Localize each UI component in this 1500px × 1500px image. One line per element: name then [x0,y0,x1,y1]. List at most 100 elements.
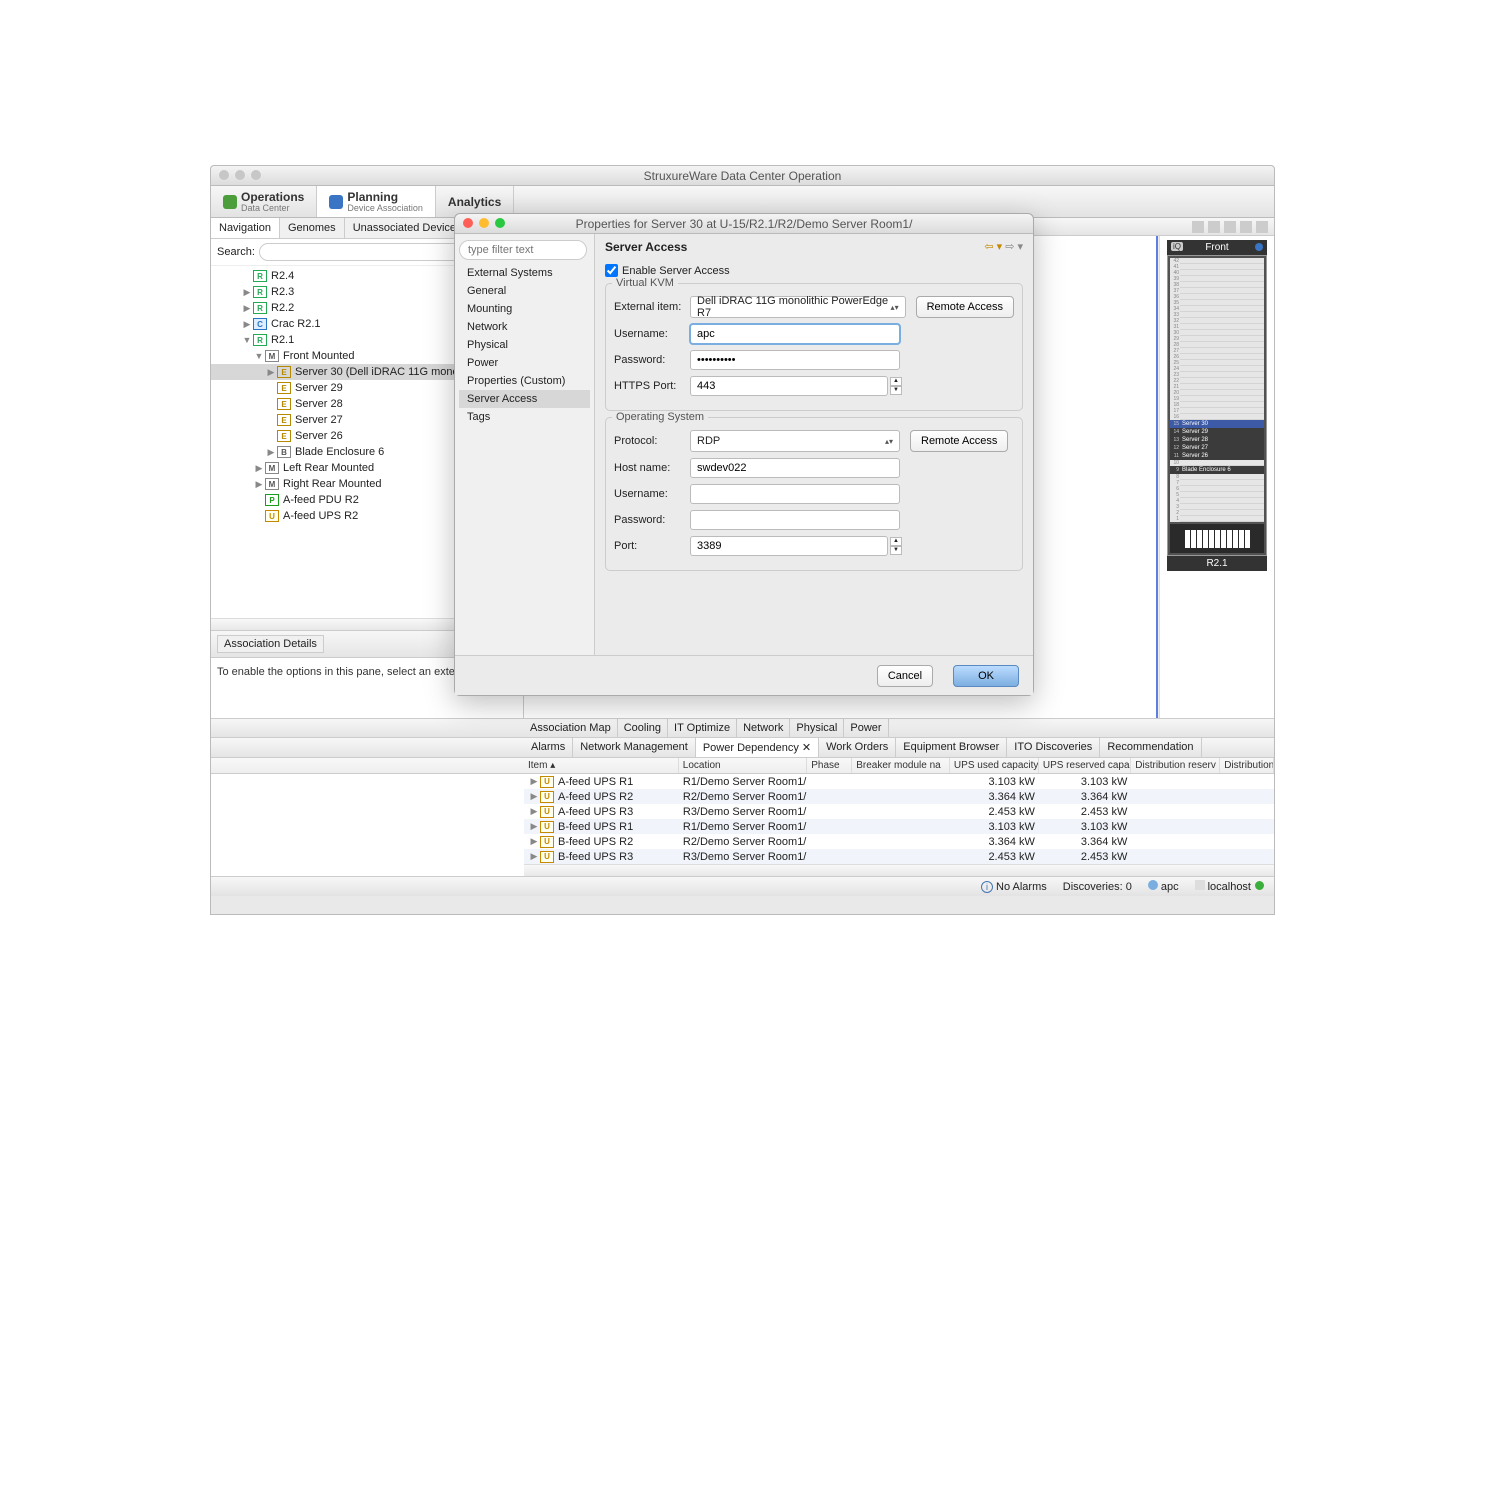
tab-physical[interactable]: Physical [790,719,844,737]
list-icon[interactable] [1208,221,1220,233]
perspective-operations[interactable]: OperationsData Center [211,186,317,217]
twisty-icon[interactable]: ▶ [265,367,277,378]
twisty-icon[interactable]: ▶ [241,287,253,298]
category-mounting[interactable]: Mounting [459,300,590,318]
close-icon [463,218,473,228]
col-header[interactable]: UPS reserved capa [1039,758,1131,773]
category-filter[interactable] [459,240,587,260]
bottom-panel: Association MapCoolingIT OptimizeNetwork… [211,718,1274,876]
rack-u-11[interactable]: 11Server 26 [1170,452,1264,460]
table-row[interactable]: ▶UA-feed UPS R2R2/Demo Server Room1/3.36… [524,789,1274,804]
os-port-field[interactable] [690,536,888,556]
dialog-titlebar: Properties for Server 30 at U-15/R2.1/R2… [455,214,1033,234]
external-item-select[interactable]: Dell iDRAC 11G monolithic PowerEdge R7▴▾ [690,296,906,318]
tab-work-orders[interactable]: Work Orders [819,738,896,757]
kvm-username-field[interactable] [690,324,900,344]
table-row[interactable]: ▶UB-feed UPS R2R2/Demo Server Room1/3.36… [524,834,1274,849]
tab-it-optimize[interactable]: IT Optimize [668,719,737,737]
tab-alarms[interactable]: Alarms [524,738,573,757]
dialog-title: Properties for Server 30 at U-15/R2.1/R2… [576,217,913,231]
minimize-icon[interactable] [1240,221,1252,233]
host-status: localhost [1195,880,1264,893]
col-header[interactable]: Item ▴ [524,758,679,773]
os-password-field[interactable] [690,510,900,530]
table-row[interactable]: ▶UB-feed UPS R1R1/Demo Server Room1/3.10… [524,819,1274,834]
status-bar: iNo Alarms Discoveries: 0 apc localhost [211,876,1274,896]
tab-ito-discoveries[interactable]: ITO Discoveries [1007,738,1100,757]
kvm-password-field[interactable] [690,350,900,370]
os-hostname-field[interactable] [690,458,900,478]
tab-network[interactable]: Network [737,719,790,737]
rack-u-13[interactable]: 13Server 28 [1170,436,1264,444]
col-header[interactable]: UPS used capacity [950,758,1039,773]
col-header[interactable]: Distribution [1220,758,1274,773]
dialog-traffic-lights[interactable] [463,218,505,228]
tab-cooling[interactable]: Cooling [618,719,668,737]
col-header[interactable]: Phase [807,758,852,773]
section-title: Server Access [605,240,687,254]
twisty-icon[interactable]: ▼ [241,335,253,345]
user-status: apc [1148,880,1179,893]
tab-network-management[interactable]: Network Management [573,738,696,757]
col-header[interactable]: Location [679,758,807,773]
category-network[interactable]: Network [459,318,590,336]
category-general[interactable]: General [459,282,590,300]
twisty-icon[interactable]: ▼ [253,351,265,361]
virtual-kvm-group: Virtual KVM External item: Dell iDRAC 11… [605,283,1023,411]
calendar-icon [329,195,343,209]
category-tags[interactable]: Tags [459,408,590,426]
twisty-icon[interactable]: ▶ [241,303,253,314]
app-title: StruxureWare Data Center Operation [644,169,842,183]
col-header[interactable]: Breaker module na [852,758,950,773]
rack-u-9[interactable]: 9Blade Enclosure 6 [1170,466,1264,474]
os-port-stepper[interactable]: ▲▼ [890,537,902,555]
menu-icon[interactable] [1224,221,1236,233]
os-protocol-select[interactable]: RDP▴▾ [690,430,900,452]
enable-server-access-checkbox[interactable]: Enable Server Access [605,264,1023,277]
category-external-systems[interactable]: External Systems [459,264,590,282]
tab-power-dependency-[interactable]: Power Dependency ✕ [696,738,819,757]
kvm-port-field[interactable] [690,376,888,396]
rack-preview: iQ Front 4241403938373635343332313029282… [1159,236,1274,718]
connected-icon [1255,881,1264,890]
operating-system-group: Operating System Protocol: RDP▴▾ Remote … [605,417,1023,571]
ok-button[interactable]: OK [953,665,1019,687]
enable-checkbox[interactable] [605,264,618,277]
os-username-field[interactable] [690,484,900,504]
tab-association-map[interactable]: Association Map [524,719,618,737]
category-properties-custom-[interactable]: Properties (Custom) [459,372,590,390]
maximize-icon[interactable] [1256,221,1268,233]
twisty-icon[interactable]: ▶ [253,479,265,490]
tab-recommendation[interactable]: Recommendation [1100,738,1201,757]
rack-footer: R2.1 [1167,556,1267,571]
col-header[interactable]: Distribution reserv [1131,758,1220,773]
globe-icon [223,195,237,209]
table-row[interactable]: ▶UB-feed UPS R3R3/Demo Server Room1/2.45… [524,849,1274,864]
table-row[interactable]: ▶UA-feed UPS R3R3/Demo Server Room1/2.45… [524,804,1274,819]
nav-tab-unassociated-devices[interactable]: Unassociated Devices [345,218,471,238]
search-label: Search: [217,246,255,258]
rack-u-15[interactable]: 15Server 30 [1170,420,1264,428]
twisty-icon[interactable]: ▶ [241,319,253,330]
twisty-icon[interactable]: ▶ [253,463,265,474]
view-icon[interactable] [1192,221,1204,233]
table-scrollbar[interactable] [524,864,1274,876]
nav-tab-navigation[interactable]: Navigation [211,218,280,238]
kvm-port-stepper[interactable]: ▲▼ [890,377,902,395]
twisty-icon[interactable]: ▶ [265,447,277,458]
tab-power[interactable]: Power [844,719,888,737]
cancel-button[interactable]: Cancel [877,665,933,687]
perspective-planning[interactable]: PlanningDevice Association [317,186,436,217]
tab-equipment-browser[interactable]: Equipment Browser [896,738,1007,757]
category-server-access[interactable]: Server Access [459,390,590,408]
table-row[interactable]: ▶UA-feed UPS R1R1/Demo Server Room1/3.10… [524,774,1274,789]
rack-u-14[interactable]: 14Server 29 [1170,428,1264,436]
category-physical[interactable]: Physical [459,336,590,354]
os-remote-access-button[interactable]: Remote Access [910,430,1008,452]
rack-u-12[interactable]: 12Server 27 [1170,444,1264,452]
nav-arrows[interactable]: ⇦ ▾ ⇨ ▾ [984,240,1023,253]
nav-tab-genomes[interactable]: Genomes [280,218,345,238]
window-controls[interactable] [219,170,261,180]
category-power[interactable]: Power [459,354,590,372]
kvm-remote-access-button[interactable]: Remote Access [916,296,1014,318]
